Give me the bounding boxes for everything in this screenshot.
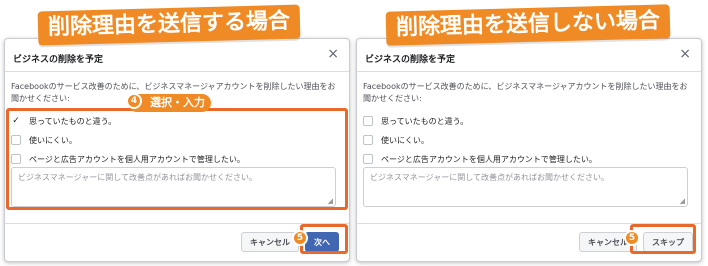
checkbox[interactable] [363, 154, 373, 164]
dialog-description: Facebookのサービス改善のために、ビジネスマネージャアカウントを削除したい… [363, 82, 688, 103]
resize-grip-icon[interactable]: ◢ [680, 197, 685, 205]
reason-option[interactable]: 使いにくい。 [363, 132, 693, 148]
close-icon[interactable]: × [327, 47, 339, 61]
panel-send-reason: ビジネスの削除を予定 × Facebookのサービス改善のために、ビジネスマネー… [4, 4, 352, 262]
divider [5, 71, 349, 72]
checkbox[interactable] [363, 116, 373, 126]
banner-send: 削除理由を送信する場合 [37, 4, 301, 46]
divider [357, 71, 701, 72]
step-badge-5: 5 [624, 230, 640, 246]
panel-skip-reason: ビジネスの削除を予定 × Facebookのサービス改善のために、ビジネスマネー… [356, 4, 704, 262]
step-tag-select-input: 4 選択・入力 [126, 93, 211, 112]
cancel-button[interactable]: キャンセル [241, 232, 299, 252]
reason-option[interactable]: ページと広告アカウントを個人用アカウントで管理したい。 [363, 151, 693, 167]
reason-option[interactable]: 思っていたものと違う。 [363, 113, 693, 129]
divider [5, 223, 349, 224]
checkbox[interactable] [363, 135, 373, 145]
step-badge-4: 4 [126, 93, 142, 109]
step-badge-5: 5 [292, 230, 308, 246]
feedback-textarea[interactable]: ビジネスマネージャーに関して改善点があればお聞かせください。 ◢ [363, 167, 688, 207]
option-label: ページと広告アカウントを個人用アカウントで管理したい。 [381, 154, 597, 164]
textarea-placeholder: ビジネスマネージャーに関して改善点があればお聞かせください。 [370, 173, 609, 182]
option-label: 使いにくい。 [381, 135, 429, 145]
close-icon[interactable]: × [679, 47, 691, 61]
reason-options: 思っていたものと違う。 使いにくい。 ページと広告アカウントを個人用アカウントで… [363, 113, 693, 170]
option-label: 思っていたものと違う。 [381, 116, 469, 126]
dialog-title: ビジネスの削除を予定 [365, 55, 456, 65]
dialog-title: ビジネスの削除を予定 [13, 55, 104, 65]
step-tag-label: 選択・入力 [150, 96, 205, 109]
options-highlight [6, 108, 348, 210]
